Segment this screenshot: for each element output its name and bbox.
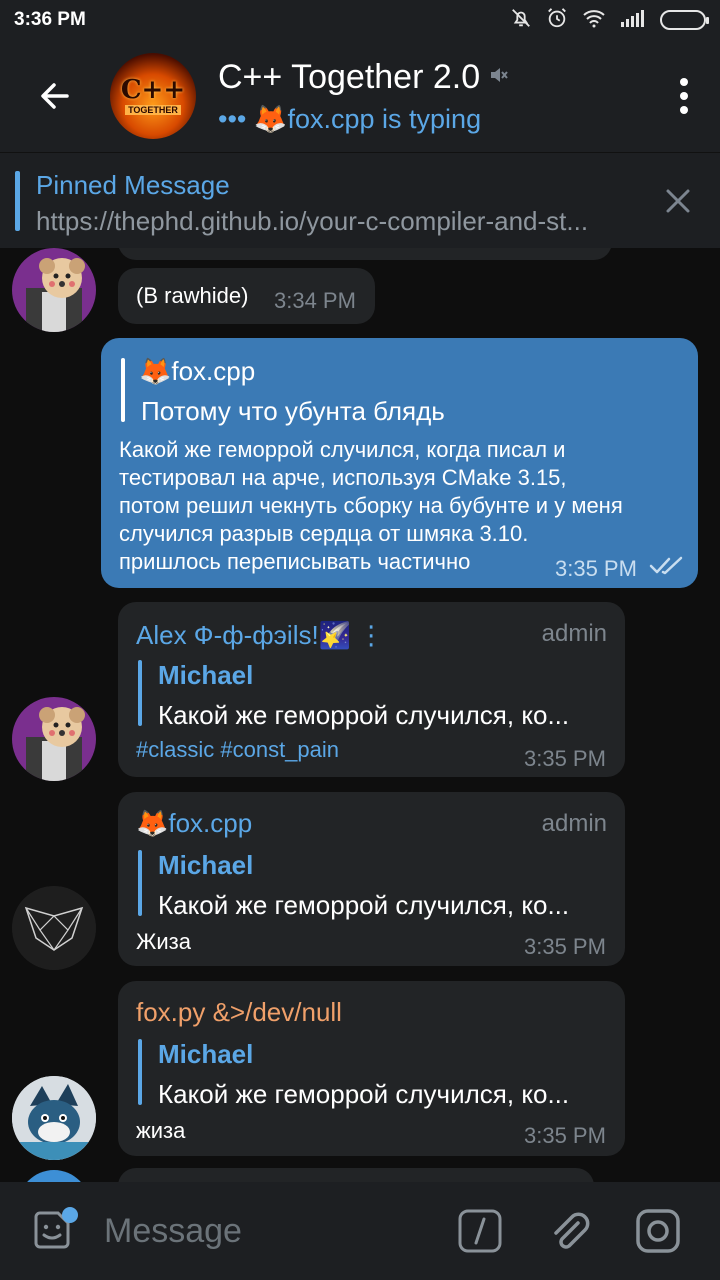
dot-icon [680,106,688,114]
message-text-line: случился разрыв сердца от шмяка 3.10. [119,521,529,546]
reply-text: Потому что убунта блядь [141,396,445,426]
message-time: 3:35 PM [555,556,637,581]
avatar-alex[interactable] [12,697,96,781]
dot-icon [680,92,688,100]
message-input-bar: Message [0,1182,720,1280]
message-input[interactable]: Message [104,1212,434,1251]
status-time: 3:36 PM [14,9,86,30]
group-avatar[interactable]: C++ TOGETHER [110,53,196,139]
sender-name[interactable]: fox.py &>/dev/null [136,997,342,1028]
reply-sender: Michael [158,660,254,690]
reply-accent-bar [121,358,125,422]
message-time: 3:35 PM [524,746,606,771]
bot-commands-button[interactable] [450,1201,510,1261]
message-time: 3:35 PM [524,1123,606,1148]
message-time: 3:35 PM [524,934,606,959]
pinned-title: Pinned Message [36,170,230,200]
message-bubble[interactable]: fox.py &>/dev/null Michael Какой же гемо… [118,981,625,1156]
message-bubble[interactable]: 🦊fox.cpp admin Michael Какой же геморрой… [118,792,625,966]
avatar-partial[interactable] [18,1170,90,1182]
bell-off-icon [510,7,532,33]
reply-sender: Michael [158,850,254,880]
admin-badge: admin [541,620,607,647]
avatar-alex[interactable] [12,248,96,332]
message-text: Жиза [136,929,191,954]
reply-sender: 🦊fox.cpp [139,356,256,386]
arrow-left-icon [41,83,69,109]
message-text: (В rawhide) [136,283,249,308]
more-menu-button[interactable] [648,40,720,152]
chat-header: C++ TOGETHER C++ Together 2.0 ••• 🦊fox.c… [0,40,720,152]
close-pinned-button[interactable] [658,181,698,221]
reply-accent-bar [138,850,142,916]
typing-status: ••• 🦊fox.cpp is typing [218,103,482,134]
reply-accent-bar [138,660,142,726]
message-bubble-partial[interactable] [118,248,612,260]
message-bubble-partial[interactable] [118,1168,594,1182]
status-icons [510,7,709,33]
sender-name[interactable]: Alex Ф-ф-фэils!🌠 ⋮ [136,620,384,651]
attach-button[interactable] [538,1201,598,1261]
message-bubble[interactable]: (В rawhide) 3:34 PM [118,268,375,324]
message-bubble[interactable]: Alex Ф-ф-фэils!🌠 ⋮ admin Michael Какой ж… [118,602,625,777]
muted-icon [488,65,508,90]
group-avatar-logo-text: C++ [120,75,186,105]
camera-button[interactable] [628,1201,688,1261]
reply-accent-bar [138,1039,142,1105]
chat-title-row: C++ Together 2.0 [218,58,508,97]
admin-badge: admin [541,810,607,837]
message-text-line: потом решил чекнуть сборку на бубунте и … [119,493,623,518]
battery-icon [660,10,709,30]
close-icon [666,189,690,213]
chat-title: C++ Together 2.0 [218,57,481,96]
camera-icon [636,1209,680,1253]
signal-icon [620,8,646,32]
group-avatar-logo-subtext: TOGETHER [125,105,181,115]
reply-text: Какой же геморрой случился, ко... [158,700,570,730]
hashtag-text[interactable]: #classic #const_pain [136,736,339,764]
slash-command-icon [458,1209,502,1253]
new-sticker-dot-icon [62,1207,78,1223]
pinned-text: https://thephd.github.io/your-c-compiler… [36,206,589,236]
message-text-line: пришлось переписывать частично [119,549,471,574]
pinned-accent-bar [15,171,20,231]
sender-name[interactable]: 🦊fox.cpp [136,808,252,839]
message-text-line: Какой же геморрой случился, когда писал … [119,437,566,462]
alarm-icon [546,7,568,33]
header-text[interactable]: C++ Together 2.0 ••• 🦊fox.cpp is typing [218,58,508,135]
avatar-fox-py[interactable] [12,1076,96,1160]
reply-text: Какой же геморрой случился, ко... [158,1079,570,1109]
reply-text: Какой же геморрой случился, ко... [158,890,570,920]
message-text-line: тестировал на арче, используя CMake 3.15… [119,465,567,490]
message-bubble-outgoing[interactable]: 🦊fox.cpp Потому что убунта блядь Какой ж… [101,338,698,588]
message-text: жиза [136,1118,186,1143]
dot-icon [680,78,688,86]
message-time: 3:34 PM [274,288,356,313]
paperclip-icon [554,1212,590,1249]
message-list[interactable]: (В rawhide) 3:34 PM 🦊fox.cpp Потому что … [0,248,720,1182]
sticker-button[interactable] [22,1201,82,1261]
status-bar: 3:36 PM [0,0,720,40]
avatar-fox-cpp[interactable] [12,886,96,970]
wifi-icon [582,8,606,32]
pinned-message[interactable]: Pinned Message https://thephd.github.io/… [0,152,720,248]
back-button[interactable] [0,40,110,152]
reply-sender: Michael [158,1039,254,1069]
double-check-icon [649,556,683,575]
